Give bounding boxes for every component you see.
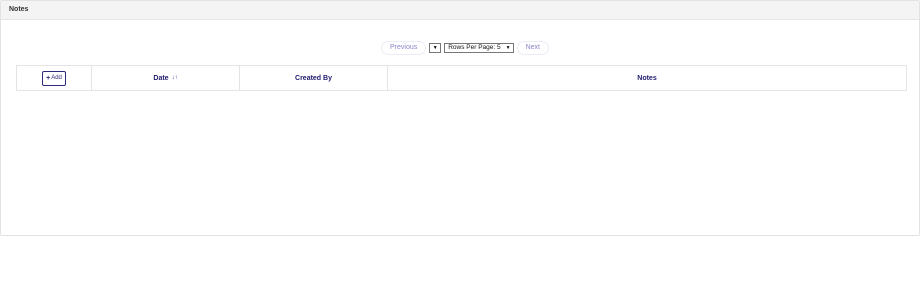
next-button[interactable]: Next xyxy=(516,41,549,55)
chevron-down-icon: ▼ xyxy=(505,45,511,51)
add-column: + Add xyxy=(17,66,92,90)
chevron-down-icon: ▼ xyxy=(432,45,438,51)
column-label-date: Date xyxy=(153,74,169,82)
column-header-notes[interactable]: Notes xyxy=(388,66,906,90)
column-label-notes: Notes xyxy=(637,74,657,82)
column-label-created-by: Created By xyxy=(295,74,332,82)
rows-per-page-label: Rows Per Page: 5 xyxy=(448,44,501,51)
column-header-date[interactable]: Date ↓↑ xyxy=(92,66,240,90)
notes-table-header: + Add Date ↓↑ Created By Notes xyxy=(16,65,907,91)
rows-per-page-select[interactable]: Rows Per Page: 5 ▼ xyxy=(444,43,514,53)
column-header-created-by[interactable]: Created By xyxy=(240,66,388,90)
page-number-select[interactable]: ▼ xyxy=(429,43,442,53)
add-note-button[interactable]: + Add xyxy=(42,70,66,86)
plus-icon: + xyxy=(46,74,51,82)
sort-asc-icon[interactable]: ↓↑ xyxy=(172,75,178,81)
panel-title: Notes xyxy=(1,1,919,20)
pagination-bar: Previous ▼ Rows Per Page: 5 ▼ Next xyxy=(381,41,549,55)
add-label: Add xyxy=(51,75,62,81)
notes-panel: Notes Previous ▼ Rows Per Page: 5 ▼ Next… xyxy=(0,0,920,236)
previous-button[interactable]: Previous xyxy=(381,41,427,55)
